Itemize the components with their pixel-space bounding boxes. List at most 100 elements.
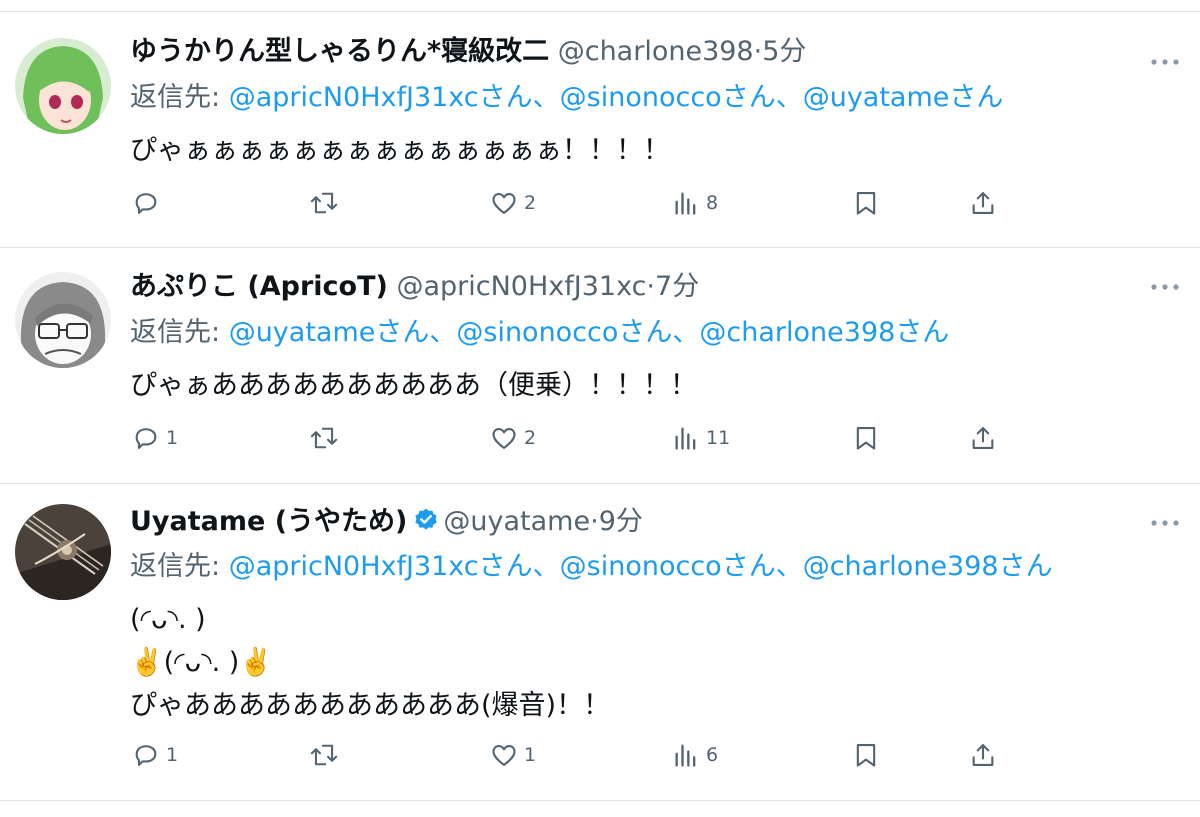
mention-suffix: さん [998,551,1053,582]
mention-link[interactable]: @sinonocco [560,551,722,582]
reply-count: 1 [166,744,179,766]
mention-suffix: さん、 [721,82,803,113]
tweet[interactable]: あぷりこ (ApricoT) @apricN0HxfJ31xc·7分 返信先: … [0,248,1200,484]
avatar[interactable] [15,272,111,368]
tweet-header: あぷりこ (ApricoT) @apricN0HxfJ31xc·7分 [130,267,699,307]
views-chart-icon [675,427,696,450]
views-count: 6 [706,744,719,766]
mention-suffix: さん、 [618,317,700,348]
verified-badge-icon [413,505,439,545]
views-count: 8 [706,192,719,214]
share-button[interactable] [969,183,997,223]
mention-suffix: さん [949,82,1004,113]
display-name[interactable]: Uyatame (うやため) [130,506,407,537]
retweet-icon [310,427,338,449]
dot-separator: · [753,36,763,67]
dot-separator: · [646,271,656,302]
bookmark-button[interactable] [852,735,880,775]
reply-prefix: 返信先: [130,551,229,582]
mention-link[interactable]: @apricN0HxfJ31xc [229,82,479,113]
tweet-header: ゆうかりん型しゃるりん*寝級改二 @charlone398·5分 [130,32,806,72]
mention-link[interactable]: @uyatame [229,317,376,348]
more-options-icon[interactable] [1150,277,1180,297]
timestamp[interactable]: 7分 [655,271,699,302]
timestamp[interactable]: 5分 [762,36,806,67]
bookmark-button[interactable] [852,418,880,458]
dot-separator: · [590,506,599,537]
views-chart-icon [675,744,696,767]
views-button[interactable]: 11 [672,418,730,458]
bookmark-icon [856,744,876,767]
views-chart-icon [675,192,696,215]
tweet-text: ぴゃぁぁぁぁぁぁぁぁぁぁぁぁぁぁ！！！！ [130,129,670,172]
share-icon [972,744,994,766]
reply-button[interactable] [132,183,166,223]
mention-link[interactable]: @apricN0HxfJ31xc [229,551,479,582]
retweet-button[interactable] [309,418,345,458]
like-button[interactable]: 1 [490,735,536,775]
replying-to: 返信先: @apricN0HxfJ31xcさん、@sinonoccoさん、@uy… [130,78,1003,118]
user-handle[interactable]: @apricN0HxfJ31xc [396,271,646,302]
like-button[interactable]: 2 [490,183,536,223]
mention-link[interactable]: @sinonocco [456,317,618,348]
tweet-text-line: (◜ᴗ◝. ) [130,604,206,635]
heart-icon [492,744,516,766]
like-button[interactable]: 2 [490,418,536,458]
retweet-icon [310,192,338,214]
reply-button[interactable]: 1 [132,735,178,775]
views-count: 11 [706,427,731,449]
tweet-text: ぴゃぁああああああああああ（便乗）！！！！ [130,364,697,407]
mention-link[interactable]: @sinonocco [560,82,722,113]
timestamp[interactable]: 9分 [599,506,643,537]
reply-prefix: 返信先: [130,317,229,348]
reply-icon [135,745,157,766]
replying-to: 返信先: @uyatameさん、@sinonoccoさん、@charlone39… [130,313,949,353]
reply-icon [135,193,157,214]
mention-suffix: さん、 [721,551,803,582]
retweet-button[interactable] [309,735,345,775]
reply-count: 1 [166,427,179,449]
more-options-icon[interactable] [1150,52,1180,72]
reply-icon [135,428,157,449]
action-bar: 1 2 11 [0,418,1200,458]
views-button[interactable]: 8 [672,183,718,223]
mention-link[interactable]: @charlone398 [699,317,895,348]
heart-icon [492,192,516,214]
replying-to: 返信先: @apricN0HxfJ31xcさん、@sinonoccoさん、@ch… [130,547,1053,587]
share-button[interactable] [969,735,997,775]
mention-suffix: さん [895,317,950,348]
tweet[interactable]: Uyatame (うやため) @uyatame·9分 返信先: @apricN0H… [0,484,1200,801]
tweet-header: Uyatame (うやため) @uyatame·9分 [130,502,643,542]
like-count: 2 [524,192,537,214]
views-button[interactable]: 6 [672,735,718,775]
bookmark-button[interactable] [852,183,880,223]
tweet-text-line: ぴゃぁぁぁぁぁぁぁぁぁぁぁぁぁぁ！！！！ [130,135,670,166]
display-name[interactable]: ゆうかりん型しゃるりん*寝級改二 [130,36,549,67]
mention-suffix: さん、 [478,551,560,582]
bookmark-icon [856,192,876,215]
avatar[interactable] [15,504,111,600]
tweet-text-line: ✌️(◜ᴗ◝. )✌️ [130,647,273,678]
heart-icon [492,427,516,449]
share-icon [972,427,994,449]
mention-link[interactable]: @uyatame [803,82,950,113]
share-button[interactable] [969,418,997,458]
avatar[interactable] [15,38,111,134]
retweet-button[interactable] [309,183,345,223]
retweet-icon [310,744,338,766]
tweet-text-line: ぴゃぁああああああああああ（便乗）！！！！ [130,370,697,401]
bookmark-icon [856,427,876,450]
tweet[interactable]: ゆうかりん型しゃるりん*寝級改二 @charlone398·5分 返信先: @a… [0,12,1200,248]
action-bar: 1 1 6 [0,735,1200,775]
like-count: 1 [524,744,537,766]
action-bar: 2 8 [0,183,1200,223]
mention-suffix: さん、 [375,317,457,348]
display-name[interactable]: あぷりこ (ApricoT) [130,271,388,302]
reply-button[interactable]: 1 [132,418,178,458]
mention-suffix: さん、 [478,82,560,113]
mention-link[interactable]: @charlone398 [803,551,999,582]
user-handle[interactable]: @charlone398 [558,36,754,67]
tweet-text: (◜ᴗ◝. ) ✌️(◜ᴗ◝. )✌️ ぴゃあああああああああああ(爆音)！！ [130,598,610,727]
user-handle[interactable]: @uyatame [443,506,590,537]
more-options-icon[interactable] [1150,513,1180,533]
